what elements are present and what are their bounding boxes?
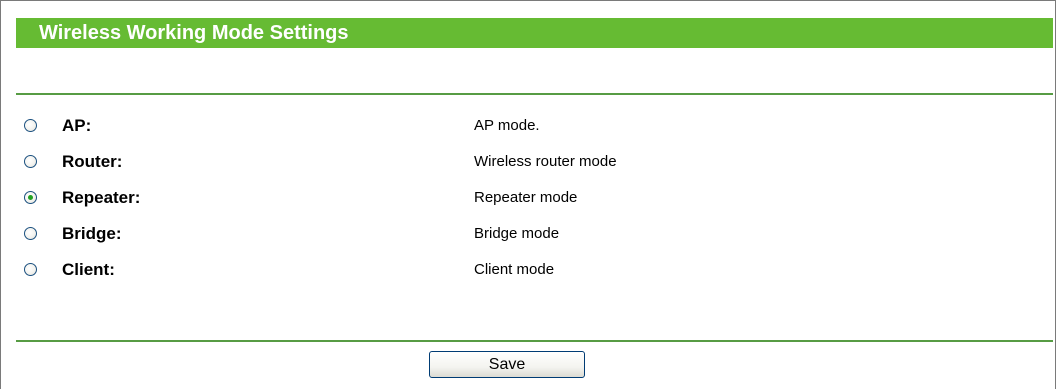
radio-bridge[interactable] <box>24 227 37 240</box>
mode-label-client: Client: <box>62 260 115 279</box>
mode-description-router: Wireless router mode <box>474 153 617 170</box>
radio-repeater[interactable] <box>24 191 37 204</box>
top-divider <box>16 93 1053 95</box>
settings-panel: Wireless Working Mode Settings AP: AP mo… <box>0 0 1056 389</box>
mode-label-repeater: Repeater: <box>62 188 141 207</box>
mode-row-router[interactable]: Router: Wireless router mode <box>1 144 1051 180</box>
mode-row-client[interactable]: Client: Client mode <box>1 252 1051 288</box>
bottom-divider <box>16 340 1053 342</box>
mode-description-ap: AP mode. <box>474 117 540 134</box>
mode-row-ap[interactable]: AP: AP mode. <box>1 108 1051 144</box>
radio-client[interactable] <box>24 263 37 276</box>
mode-label-router: Router: <box>62 152 123 171</box>
mode-description-bridge: Bridge mode <box>474 225 560 242</box>
mode-row-bridge[interactable]: Bridge: Bridge mode <box>1 216 1051 252</box>
radio-ap[interactable] <box>24 119 37 132</box>
mode-description-client: Client mode <box>474 261 555 278</box>
radio-router[interactable] <box>24 155 37 168</box>
panel-header: Wireless Working Mode Settings <box>16 18 1053 48</box>
mode-label-bridge: Bridge: <box>62 224 122 243</box>
save-button[interactable]: Save <box>429 351 585 378</box>
mode-description-repeater: Repeater mode <box>474 189 578 206</box>
radio-dot-icon <box>28 195 33 200</box>
mode-label-ap: AP: <box>62 116 92 135</box>
mode-row-repeater[interactable]: Repeater: Repeater mode <box>1 180 1051 216</box>
page-title: Wireless Working Mode Settings <box>39 22 349 44</box>
